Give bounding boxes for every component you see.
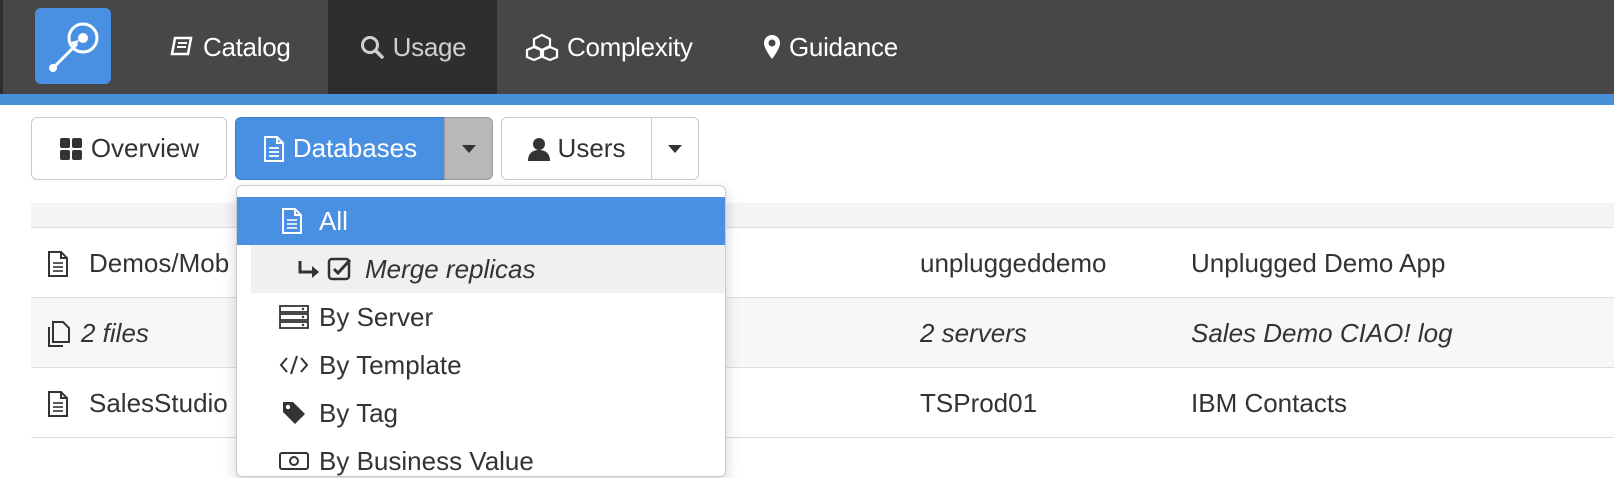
menu-item-by-business-value-label: By Business Value [319, 445, 534, 476]
menu-item-all-label: All [319, 205, 348, 236]
search-icon [360, 36, 384, 59]
db-name[interactable]: SalesStudio [89, 388, 228, 419]
overview-button[interactable]: Overview [31, 117, 227, 180]
overview-label: Overview [90, 133, 200, 163]
menu-item-by-business-value[interactable]: By Business Value [237, 437, 725, 476]
nav-complexity[interactable]: Complexity [525, 0, 693, 94]
nav-usage[interactable]: Usage [328, 0, 497, 94]
caret-down-icon [668, 144, 682, 153]
file-icon [48, 391, 68, 417]
db-name[interactable]: 2 files [81, 318, 149, 349]
file-icon [282, 208, 302, 234]
level-down-arrow-icon [298, 261, 319, 278]
logo-icon [49, 22, 99, 72]
app-logo[interactable] [35, 8, 111, 84]
cubes-icon [525, 33, 559, 61]
menu-item-by-template[interactable]: By Template [237, 341, 725, 389]
accent-strip [0, 94, 1614, 105]
db-title: IBM Contacts [1191, 388, 1348, 418]
menu-item-merge-replicas-label: Merge replicas [365, 253, 536, 284]
nav-usage-label: Usage [392, 31, 467, 62]
databases-button[interactable]: Databases [235, 117, 445, 180]
databases-dropdown-toggle[interactable] [444, 117, 493, 180]
db-name[interactable]: Demos/Mob [89, 248, 229, 279]
menu-item-by-template-label: By Template [319, 349, 462, 380]
users-dropdown-toggle[interactable] [651, 117, 699, 180]
menu-item-by-server-label: By Server [319, 301, 434, 332]
menu-item-by-tag-label: By Tag [319, 397, 399, 428]
db-server: 2 servers [920, 318, 1027, 348]
menu-item-by-server[interactable]: By Server [237, 293, 725, 341]
user-icon [527, 137, 550, 161]
money-icon [279, 452, 309, 470]
caret-down-icon [461, 144, 476, 153]
users-button[interactable]: Users [501, 117, 652, 180]
top-navbar: Catalog Usage Complexity Guidance [0, 0, 1614, 94]
map-marker-icon [764, 35, 780, 59]
nav-complexity-label: Complexity [567, 31, 693, 62]
files-icon [48, 321, 70, 347]
menu-item-all[interactable]: All [237, 197, 725, 245]
users-label: Users [557, 133, 626, 163]
databases-label: Databases [292, 133, 418, 163]
menu-item-by-tag[interactable]: By Tag [237, 389, 725, 437]
nav-guidance-label: Guidance [789, 31, 898, 62]
db-title: Unplugged Demo App [1191, 248, 1446, 278]
db-server: TSProd01 [920, 388, 1038, 418]
server-icon [279, 305, 309, 329]
db-server: unpluggeddemo [920, 248, 1107, 278]
th-large-icon [59, 137, 82, 160]
menu-item-merge-replicas[interactable]: Merge replicas [251, 245, 725, 293]
databases-dropdown-menu: All Merge replicas By Server By Template [236, 185, 726, 477]
nav-guidance[interactable]: Guidance [763, 0, 898, 94]
nav-catalog-label: Catalog [203, 31, 291, 62]
file-icon [48, 251, 68, 277]
db-title: Sales Demo CIAO! log [1191, 318, 1453, 348]
checkbox-checked-icon [327, 257, 352, 281]
file-text-icon [263, 135, 284, 162]
book-icon [170, 36, 193, 56]
code-icon [279, 355, 309, 375]
nav-catalog[interactable]: Catalog [169, 0, 291, 94]
tag-icon [283, 402, 305, 424]
